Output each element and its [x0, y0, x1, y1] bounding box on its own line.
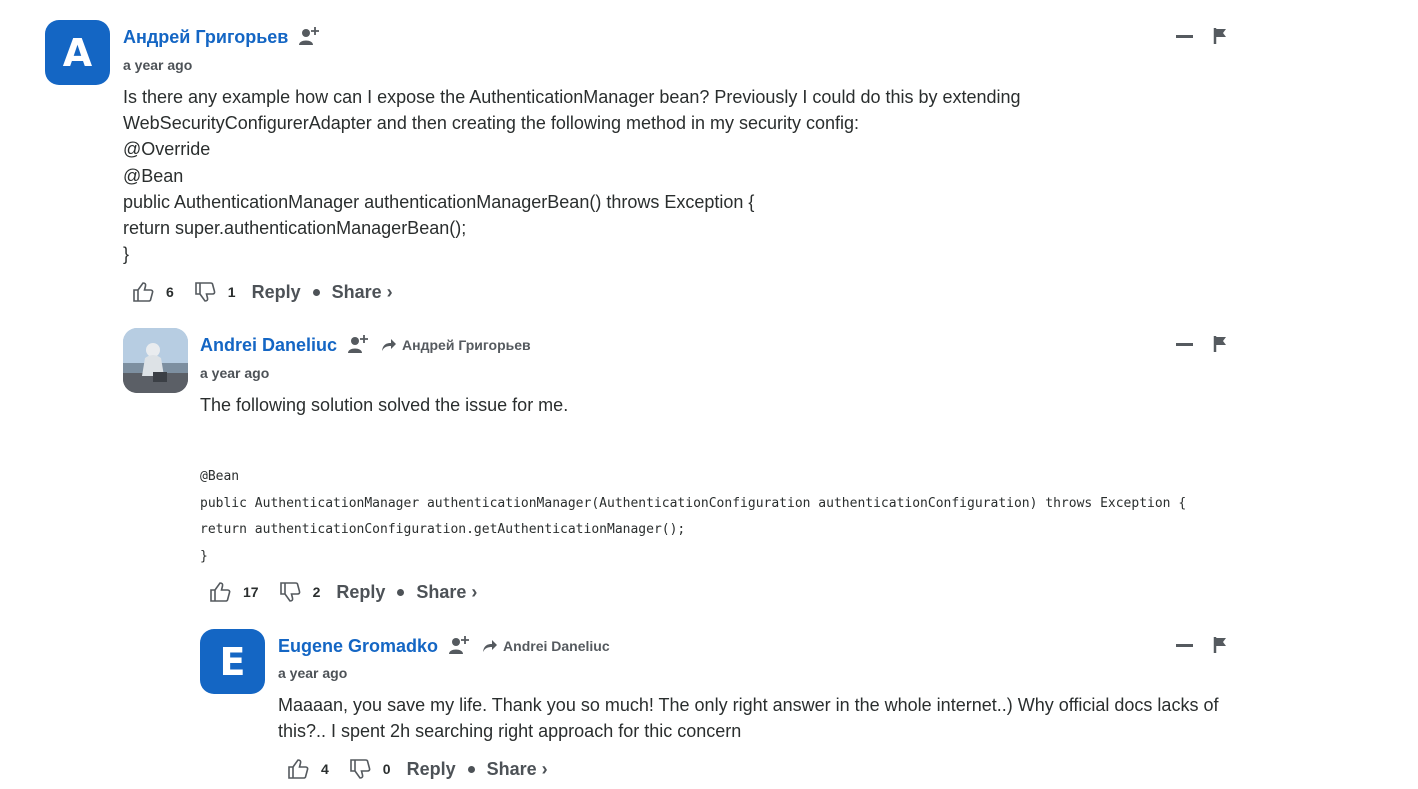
code-line: public AuthenticationManager authenticat…	[200, 495, 1187, 511]
separator-dot	[397, 588, 405, 596]
thumbs-up-icon[interactable]	[209, 581, 231, 603]
body-line: @Bean	[123, 165, 184, 186]
downvote-count: 1	[227, 284, 236, 300]
avatar[interactable]	[123, 328, 188, 393]
share-button[interactable]: Share ›	[416, 582, 477, 603]
flag-icon[interactable]	[1213, 28, 1227, 44]
comment-body: Maaaan, you save my life. Thank you so m…	[278, 692, 1218, 744]
body-line: this?.. I spent 2h searching right appro…	[278, 721, 742, 742]
avatar-photo	[123, 328, 188, 393]
body-line: }	[123, 244, 130, 265]
comment-header: Andrei Daneliuc Андрей Григорьев	[200, 334, 531, 356]
downvote-count: 2	[312, 584, 321, 600]
upvote-count: 4	[321, 761, 329, 777]
code-block: @Bean public AuthenticationManager authe…	[200, 464, 1186, 570]
body-line: return super.authenticationManagerBean()…	[123, 218, 467, 239]
reply-to[interactable]: Андрей Григорьев	[381, 337, 531, 353]
body-line: Maaaan, you save my life. Thank you so m…	[278, 695, 1219, 715]
comment-actions: 17 2 Reply Share ›	[209, 581, 477, 603]
author-name[interactable]: Андрей Григорьев	[123, 27, 288, 48]
body-line: @Override	[123, 139, 211, 160]
body-line: public AuthenticationManager authenticat…	[123, 191, 755, 212]
code-line: @Bean	[200, 469, 240, 484]
thumbs-down-icon[interactable]	[349, 758, 371, 780]
comment-controls	[1176, 336, 1227, 352]
follow-user-icon[interactable]	[298, 26, 320, 48]
comment-body: The following solution solved the issue …	[200, 392, 568, 418]
comment-header: Eugene Gromadko Andrei Daneliuc	[278, 635, 610, 657]
upvote-count: 6	[166, 284, 174, 300]
code-line: }	[200, 548, 208, 564]
separator-dot	[312, 288, 320, 296]
reply-button[interactable]: Reply	[407, 759, 456, 780]
thumbs-down-icon[interactable]	[279, 581, 301, 603]
comment-actions: 4 0 Reply Share ›	[287, 758, 548, 780]
reply-to[interactable]: Andrei Daneliuc	[482, 638, 610, 654]
share-button[interactable]: Share ›	[487, 759, 548, 780]
body-line: The following solution solved the issue …	[200, 395, 569, 415]
body-line: Is there any example how can I expose th…	[123, 87, 1021, 107]
timestamp[interactable]: a year ago	[200, 365, 269, 381]
reply-button[interactable]: Reply	[252, 282, 301, 303]
avatar[interactable]: E	[200, 629, 265, 694]
reply-arrow-icon	[483, 640, 498, 652]
upvote-count: 17	[243, 584, 259, 600]
thumbs-down-icon[interactable]	[194, 281, 216, 303]
timestamp[interactable]: a year ago	[278, 665, 347, 681]
downvote-count: 0	[382, 761, 391, 777]
author-name[interactable]: Eugene Gromadko	[278, 636, 438, 657]
follow-user-icon[interactable]	[448, 635, 470, 657]
avatar[interactable]: A	[45, 20, 110, 85]
comment-actions: 6 1 Reply Share ›	[132, 281, 393, 303]
thumbs-up-icon[interactable]	[132, 281, 154, 303]
thumbs-up-icon[interactable]	[287, 758, 309, 780]
reply-button[interactable]: Reply	[336, 582, 385, 603]
separator-dot	[467, 765, 475, 773]
minimize-icon[interactable]	[1176, 342, 1193, 346]
reply-to-name: Андрей Григорьев	[402, 337, 531, 353]
comment-controls	[1176, 28, 1227, 44]
code-line: return authenticationConfiguration.getAu…	[200, 522, 686, 537]
comment-controls	[1176, 637, 1227, 653]
reply-to-name: Andrei Daneliuc	[503, 638, 610, 654]
follow-user-icon[interactable]	[347, 334, 369, 356]
author-name[interactable]: Andrei Daneliuc	[200, 335, 337, 356]
flag-icon[interactable]	[1213, 637, 1227, 653]
timestamp[interactable]: a year ago	[123, 57, 192, 73]
reply-arrow-icon	[382, 339, 397, 351]
body-line: WebSecurityConfigurerAdapter and then cr…	[123, 113, 860, 134]
comment-body: Is there any example how can I expose th…	[123, 84, 1021, 267]
flag-icon[interactable]	[1213, 336, 1227, 352]
minimize-icon[interactable]	[1176, 34, 1193, 38]
share-button[interactable]: Share ›	[332, 282, 393, 303]
minimize-icon[interactable]	[1176, 643, 1193, 647]
comment-header: Андрей Григорьев	[123, 26, 320, 48]
